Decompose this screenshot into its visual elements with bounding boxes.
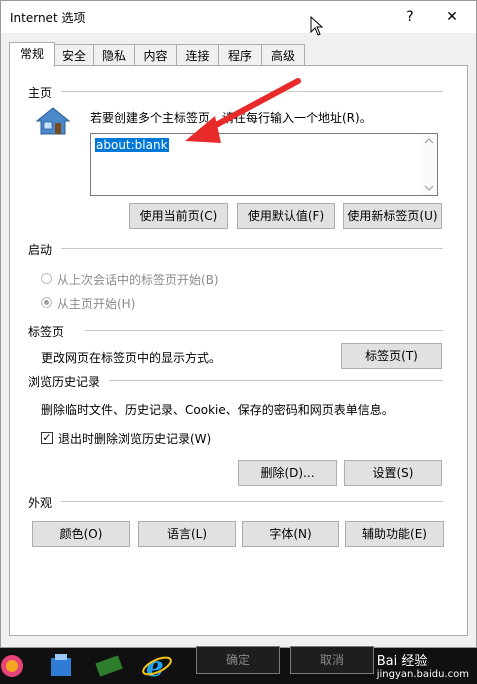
color-wheel-app-icon[interactable] bbox=[0, 650, 32, 682]
internet-options-dialog: Internet 选项 ? ✕ 常规 安全 隐私 内容 连接 程序 高级 主页 … bbox=[0, 0, 477, 648]
tab-connections[interactable]: 连接 bbox=[176, 44, 219, 66]
tab-security[interactable]: 安全 bbox=[54, 44, 94, 66]
start-last-session-radio[interactable] bbox=[41, 273, 52, 284]
tab-privacy[interactable]: 隐私 bbox=[93, 44, 135, 66]
colors-button[interactable]: 颜色(O) bbox=[32, 521, 130, 547]
tab-advanced[interactable]: 高级 bbox=[261, 44, 305, 66]
url-scrollbar[interactable] bbox=[421, 134, 437, 195]
appearance-group-label: 外观 bbox=[28, 496, 53, 510]
delete-history-button[interactable]: 删除(D)... bbox=[238, 460, 337, 486]
fonts-button[interactable]: 字体(N) bbox=[242, 521, 339, 547]
tabs-settings-button[interactable]: 标签页(T) bbox=[341, 343, 442, 369]
history-group-label: 浏览历史记录 bbox=[28, 375, 101, 389]
startup-group-divider bbox=[61, 248, 443, 249]
accessibility-button[interactable]: 辅助功能(E) bbox=[345, 521, 444, 547]
languages-button[interactable]: 语言(L) bbox=[138, 521, 236, 547]
start-home-page-label: 从主页开始(H) bbox=[57, 297, 136, 311]
app-icon-blue[interactable] bbox=[45, 650, 77, 682]
history-description: 删除临时文件、历史记录、Cookie、保存的密码和网页表单信息。 bbox=[41, 403, 394, 417]
title-bar: Internet 选项 ? ✕ bbox=[1, 1, 476, 36]
help-button[interactable]: ? bbox=[399, 6, 421, 28]
tabs-description: 更改网页在标签页中的显示方式。 bbox=[41, 351, 222, 365]
cancel-button[interactable]: 取消 bbox=[290, 646, 374, 674]
appearance-group-divider bbox=[61, 501, 443, 502]
house-icon bbox=[36, 107, 70, 135]
tabs-group-divider bbox=[85, 330, 443, 331]
window-title: Internet 选项 bbox=[10, 11, 86, 25]
startup-group-label: 启动 bbox=[28, 243, 53, 257]
tabs-group-label: 标签页 bbox=[28, 325, 65, 339]
watermark-url: jingyan.baidu.com bbox=[376, 669, 469, 680]
tab-content[interactable]: 内容 bbox=[134, 44, 177, 66]
history-settings-button[interactable]: 设置(S) bbox=[344, 460, 442, 486]
delete-history-on-exit-label: 退出时删除浏览历史记录(W) bbox=[58, 432, 212, 446]
ok-button[interactable]: 确定 bbox=[196, 646, 280, 674]
app-icon-green[interactable] bbox=[93, 650, 125, 682]
start-home-page-radio[interactable] bbox=[41, 297, 52, 308]
use-default-button[interactable]: 使用默认值(F) bbox=[237, 203, 335, 229]
internet-explorer-icon[interactable]: e bbox=[141, 650, 173, 682]
home-page-url-value: about:blank bbox=[95, 138, 169, 152]
mouse-cursor-icon bbox=[310, 16, 324, 36]
home-group-label: 主页 bbox=[28, 86, 53, 100]
watermark-brand: Bai 经验 bbox=[376, 654, 428, 669]
delete-history-on-exit-checkbox[interactable]: ✓ bbox=[41, 432, 53, 444]
use-new-tab-button[interactable]: 使用新标签页(U) bbox=[343, 203, 442, 229]
start-last-session-label: 从上次会话中的标签页开始(B) bbox=[57, 273, 219, 287]
use-current-button[interactable]: 使用当前页(C) bbox=[129, 203, 228, 229]
tab-programs[interactable]: 程序 bbox=[218, 44, 262, 66]
svg-text:e: e bbox=[146, 650, 164, 682]
baidu-watermark: Bai 经验 jingyan.baidu.com bbox=[377, 650, 469, 680]
scroll-arrows-icon bbox=[424, 138, 434, 191]
close-button[interactable]: ✕ bbox=[441, 6, 463, 28]
history-group-divider bbox=[109, 380, 443, 381]
red-annotation-arrow-icon bbox=[185, 78, 301, 143]
tab-general[interactable]: 常规 bbox=[9, 42, 55, 67]
